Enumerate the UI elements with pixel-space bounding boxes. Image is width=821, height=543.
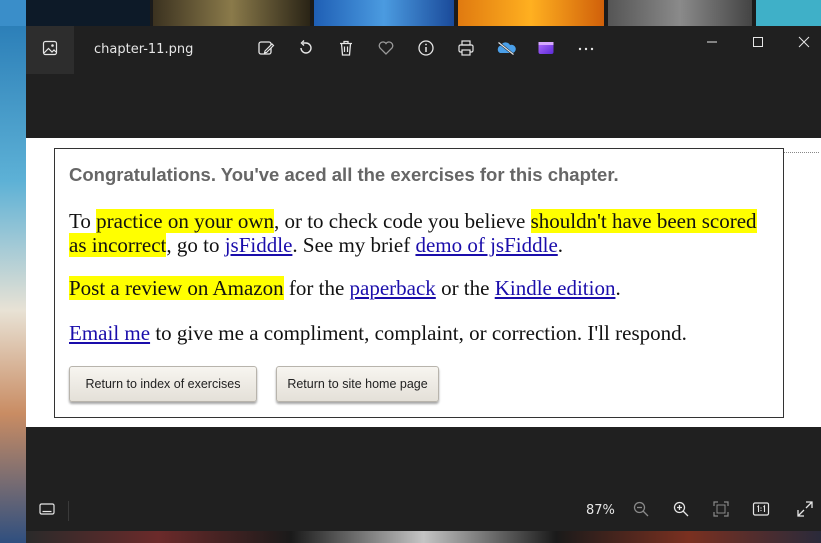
- clipchamp-icon: [537, 39, 555, 61]
- zoom-out-icon: [632, 500, 650, 522]
- wallpaper-tile: [0, 0, 26, 26]
- email-me-link[interactable]: Email me: [69, 321, 150, 345]
- status-bar: 87%: [26, 491, 821, 531]
- more-icon: [576, 39, 596, 61]
- text: To: [69, 209, 97, 233]
- text: . See my brief: [292, 233, 416, 257]
- wallpaper-tile: [0, 26, 26, 543]
- edit-image-icon: [257, 39, 275, 61]
- zoom-in-button[interactable]: [669, 499, 693, 523]
- exercise-complete-panel: Congratulations. You've aced all the exe…: [54, 148, 784, 418]
- rotate-button[interactable]: [294, 38, 318, 62]
- return-to-home-button[interactable]: Return to site home page: [276, 366, 439, 402]
- minimize-icon: [706, 33, 718, 52]
- text: .: [615, 276, 621, 300]
- photos-app-button[interactable]: [26, 26, 74, 74]
- text: , go to: [166, 233, 225, 257]
- favorite-icon: [377, 39, 395, 61]
- wallpaper-tile: [458, 0, 604, 26]
- onedrive-button[interactable]: [494, 38, 518, 62]
- zoom-out-button[interactable]: [629, 499, 653, 523]
- email-paragraph: Email me to give me a compliment, compla…: [69, 321, 769, 345]
- actual-size-icon: [752, 500, 770, 522]
- actual-size-button[interactable]: [749, 499, 773, 523]
- jsfiddle-demo-link[interactable]: demo of jsFiddle: [415, 233, 557, 257]
- delete-icon: [337, 39, 355, 61]
- maximize-button[interactable]: [735, 26, 781, 58]
- clipchamp-button[interactable]: [534, 38, 558, 62]
- wallpaper-tile: [314, 0, 454, 26]
- print-icon: [457, 39, 475, 61]
- practice-paragraph: To practice on your own, or to check cod…: [69, 209, 769, 257]
- fit-to-window-icon: [712, 500, 730, 522]
- return-to-index-button[interactable]: Return to index of exercises: [69, 366, 257, 402]
- review-paragraph: Post a review on Amazon for the paperbac…: [69, 276, 769, 300]
- info-icon: [417, 39, 435, 61]
- wallpaper-tile: [26, 0, 150, 26]
- congratulations-heading: Congratulations. You've aced all the exe…: [69, 164, 619, 185]
- fit-to-window-button[interactable]: [709, 499, 733, 523]
- text: or the: [435, 276, 495, 300]
- text: to give me a compliment, complaint, or c…: [150, 321, 687, 345]
- paperback-link[interactable]: paperback: [350, 276, 436, 300]
- text: for the: [283, 276, 350, 300]
- jsfiddle-link[interactable]: jsFiddle: [225, 233, 293, 257]
- filmstrip-icon: [38, 501, 56, 521]
- highlighted-text: Post a review on Amazon: [69, 276, 284, 300]
- kindle-edition-link[interactable]: Kindle edition: [495, 276, 616, 300]
- rotate-icon: [297, 39, 315, 61]
- close-button[interactable]: [781, 26, 821, 58]
- edit-image-button[interactable]: [254, 38, 278, 62]
- favorite-button[interactable]: [374, 38, 398, 62]
- title-bar: chapter-11.png: [26, 26, 821, 74]
- info-button[interactable]: [414, 38, 438, 62]
- fullscreen-icon: [796, 500, 814, 522]
- wallpaper-tile: [153, 0, 310, 26]
- highlighted-text: practice on your own: [96, 209, 274, 233]
- print-button[interactable]: [454, 38, 478, 62]
- file-name: chapter-11.png: [94, 42, 194, 57]
- wallpaper-tile: [608, 0, 752, 26]
- image-canvas: Congratulations. You've aced all the exe…: [26, 138, 821, 427]
- minimize-button[interactable]: [689, 26, 735, 58]
- text: .: [557, 233, 564, 257]
- text: , or to check code you believe: [273, 209, 531, 233]
- zoom-in-icon: [672, 500, 690, 522]
- wallpaper-tile: [756, 0, 821, 26]
- onedrive-icon: [495, 39, 517, 61]
- delete-button[interactable]: [334, 38, 358, 62]
- image-icon: [42, 40, 58, 60]
- more-options-button[interactable]: [574, 38, 598, 62]
- wallpaper-tile: [26, 531, 821, 543]
- filmstrip-button[interactable]: [26, 491, 68, 531]
- zoom-level[interactable]: 87%: [586, 503, 615, 518]
- fullscreen-button[interactable]: [793, 499, 817, 523]
- close-icon: [798, 33, 810, 52]
- separator: [68, 501, 69, 521]
- maximize-icon: [752, 33, 764, 52]
- photos-window: chapter-11.png Congratulations. You've a…: [26, 26, 821, 531]
